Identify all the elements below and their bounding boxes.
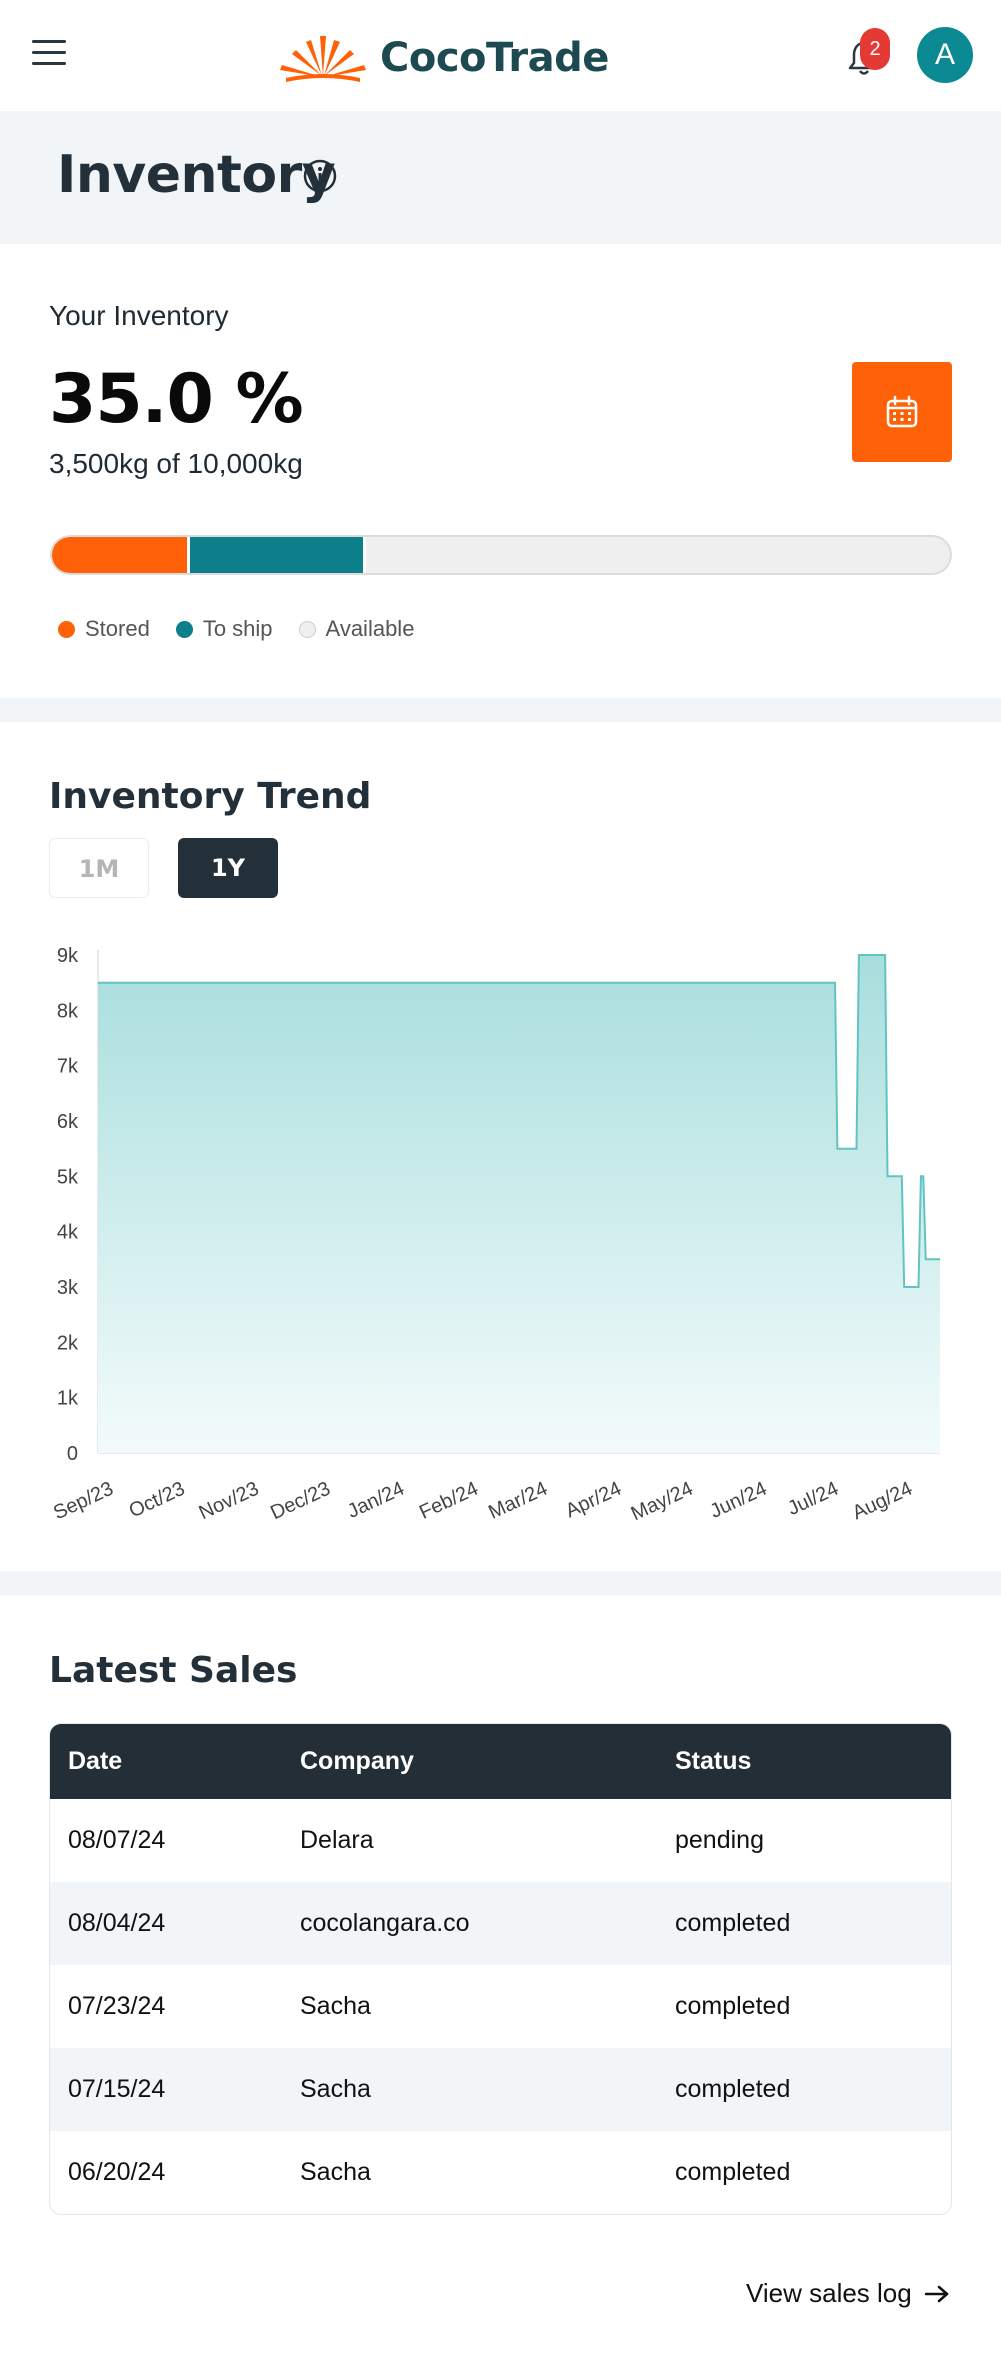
legend-to-ship: To ship xyxy=(175,616,273,642)
page-header: Inventory xyxy=(0,111,1001,244)
notification-badge: 2 xyxy=(860,28,890,70)
inventory-progress-bar xyxy=(50,535,952,575)
legend-stored: Stored xyxy=(58,616,150,642)
menu-icon[interactable] xyxy=(32,40,68,70)
x-tick-label: Mar/24 xyxy=(485,1478,551,1520)
y-tick-label: 4k xyxy=(57,1222,79,1244)
legend-stored-label: Stored xyxy=(85,616,150,641)
legend-stored-dot xyxy=(58,620,75,638)
column-header-date: Date xyxy=(68,1747,123,1775)
x-tick-label: Feb/24 xyxy=(416,1478,482,1520)
inventory-percent: 35.0 % xyxy=(49,360,304,439)
y-tick-label: 3k xyxy=(57,1277,79,1299)
x-tick-label: Oct/23 xyxy=(126,1478,189,1520)
cell-status: completed xyxy=(675,2158,791,2186)
calendar-icon xyxy=(886,395,918,428)
cell-status: completed xyxy=(675,1992,791,2020)
cell-status: completed xyxy=(675,1909,791,1937)
legend-available-dot xyxy=(298,620,316,638)
y-tick-label: 1k xyxy=(57,1388,79,1410)
trend-title: Inventory Trend xyxy=(49,776,372,817)
legend-available: Available xyxy=(298,616,415,642)
y-tick-label: 7k xyxy=(57,1056,79,1078)
y-tick-label: 6k xyxy=(57,1111,79,1133)
x-tick-label: Jun/24 xyxy=(707,1478,771,1520)
cell-company: Sacha xyxy=(300,1992,371,2020)
cell-date: 06/20/24 xyxy=(68,2158,166,2186)
trend-area xyxy=(98,955,940,1453)
x-tick-label: Apr/24 xyxy=(562,1478,625,1520)
y-tick-label: 8k xyxy=(57,1000,79,1022)
cell-status: completed xyxy=(675,2075,791,2103)
table-row[interactable]: 08/07/24 Delara pending xyxy=(50,1799,951,1882)
brand-name: CocoTrade xyxy=(380,35,609,81)
progress-stored-segment xyxy=(52,537,187,573)
progress-to-ship-segment xyxy=(186,537,367,573)
inventory-legend: Stored To ship Available xyxy=(58,616,440,642)
legend-to-ship-label: To ship xyxy=(202,616,273,641)
range-1m-button[interactable]: 1M xyxy=(49,838,149,898)
top-bar: CocoTrade 2 A xyxy=(0,0,1001,111)
range-1y-button[interactable]: 1Y xyxy=(178,838,278,898)
cell-date: 07/15/24 xyxy=(68,2075,166,2103)
y-tick-label: 9k xyxy=(57,945,79,967)
x-tick-label: Nov/23 xyxy=(196,1478,263,1520)
avatar[interactable]: A xyxy=(917,27,973,83)
section-divider xyxy=(0,698,1001,722)
cell-company: Sacha xyxy=(300,2158,371,2186)
legend-to-ship-dot xyxy=(175,620,193,638)
y-tick-label: 5k xyxy=(57,1166,79,1188)
calendar-button[interactable] xyxy=(852,362,952,462)
cell-date: 08/07/24 xyxy=(68,1826,166,1854)
cell-date: 07/23/24 xyxy=(68,1992,166,2020)
y-tick-label: 2k xyxy=(57,1332,79,1354)
table-row[interactable]: 08/04/24 cocolangara.co completed xyxy=(50,1882,951,1965)
sales-table-header: Date Company Status xyxy=(50,1724,951,1799)
section-divider xyxy=(0,1571,1001,1595)
brand-logo[interactable]: CocoTrade xyxy=(276,28,609,88)
inventory-trend-chart: 0 1k 2k 3k 4k 5k 6k 7k 8k 9k Sep/23 Oct/23 Nov/23 Dec… xyxy=(50,945,940,1520)
sales-title: Latest Sales xyxy=(49,1650,298,1691)
table-row[interactable]: 07/15/24 Sacha completed xyxy=(50,2048,951,2131)
sales-table: Date Company Status 08/07/24 Delara pend… xyxy=(49,1723,952,2215)
x-tick-label: Aug/24 xyxy=(849,1478,916,1520)
legend-available-label: Available xyxy=(325,616,415,641)
view-sales-log-label: View sales log xyxy=(746,2278,912,2308)
cell-company: cocolangara.co xyxy=(300,1909,470,1937)
info-icon[interactable] xyxy=(302,158,338,194)
y-tick-label: 0 xyxy=(67,1443,78,1465)
cell-company: Delara xyxy=(300,1826,374,1854)
cell-status: pending xyxy=(675,1826,764,1854)
cell-date: 08/04/24 xyxy=(68,1909,166,1937)
x-tick-label: Dec/23 xyxy=(267,1478,334,1520)
table-row[interactable]: 06/20/24 Sacha completed xyxy=(50,2131,951,2214)
x-tick-label: Jul/24 xyxy=(784,1478,842,1520)
view-sales-log-link[interactable]: View sales log xyxy=(746,2278,950,2309)
column-header-company: Company xyxy=(300,1747,414,1775)
page-title: Inventory xyxy=(57,145,336,205)
table-row[interactable]: 07/23/24 Sacha completed xyxy=(50,1965,951,2048)
inventory-label: Your Inventory xyxy=(49,300,229,331)
x-tick-label: Sep/23 xyxy=(50,1478,117,1520)
x-tick-label: May/24 xyxy=(628,1478,697,1520)
cell-company: Sacha xyxy=(300,2075,371,2103)
palm-logo-icon xyxy=(280,36,366,82)
inventory-amount: 3,500kg of 10,000kg xyxy=(49,448,303,479)
arrow-right-icon xyxy=(924,2285,948,2302)
column-header-status: Status xyxy=(675,1747,752,1775)
x-tick-label: Jan/24 xyxy=(344,1478,408,1520)
